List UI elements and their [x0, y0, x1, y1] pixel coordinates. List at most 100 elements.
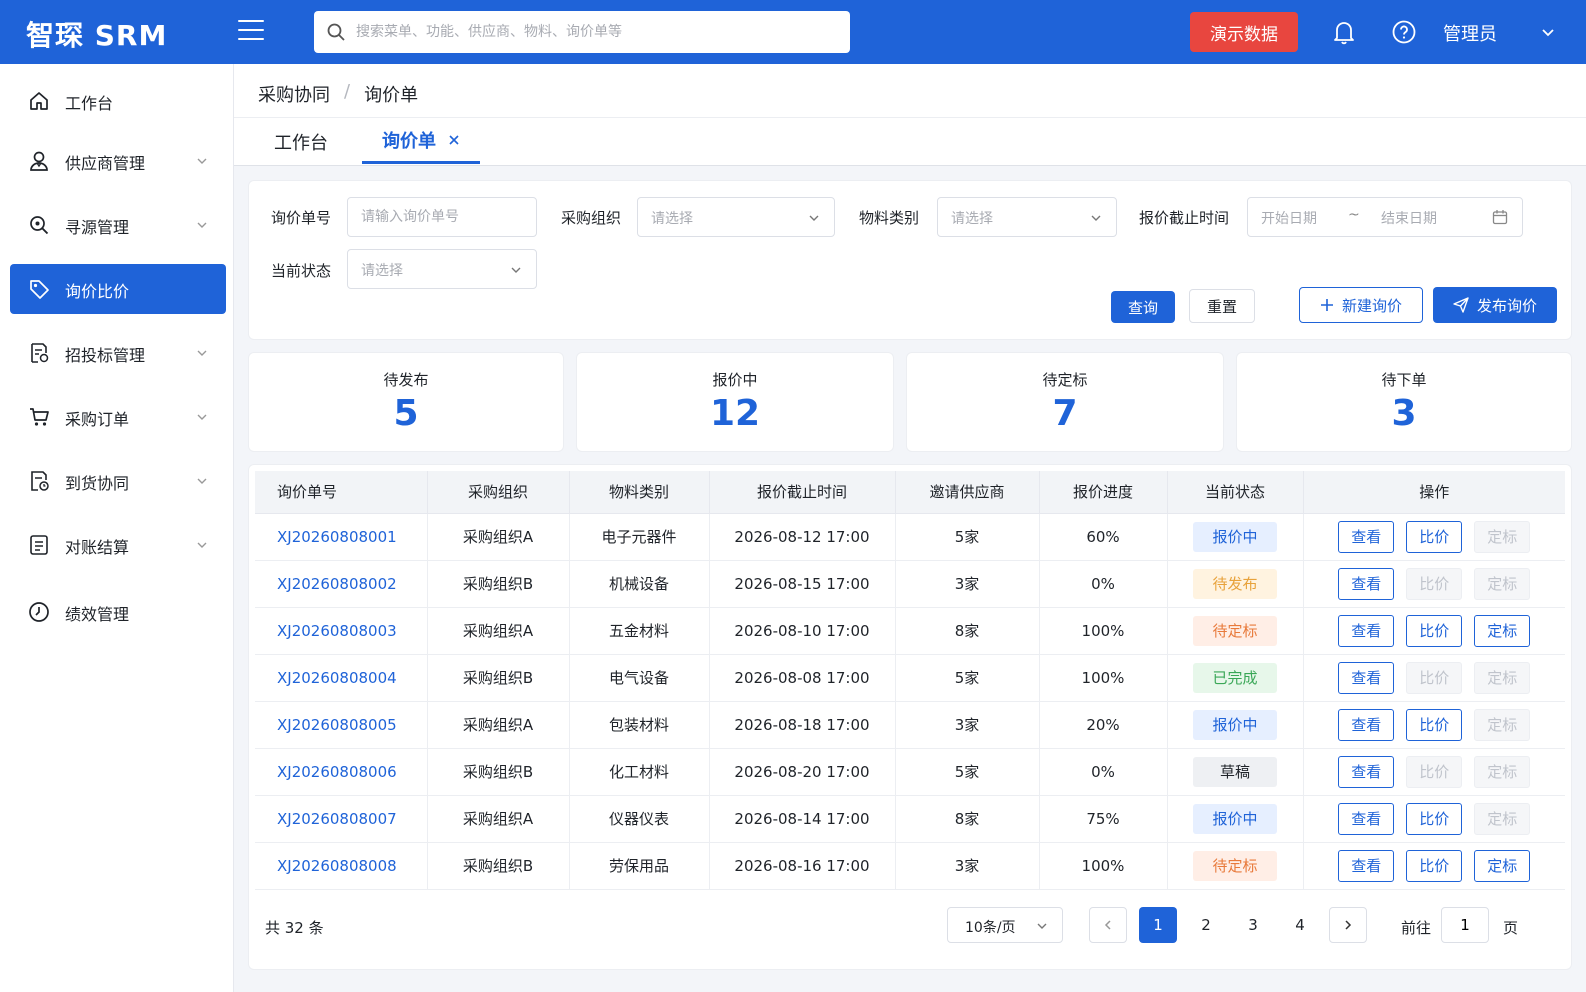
tab-inquiry[interactable]: 询价单 [362, 118, 480, 164]
row-actions: 查看 比价 定标 [1304, 708, 1566, 741]
publish-inquiry-label: 发布询价 [1476, 296, 1537, 315]
actions-cell: 查看 比价 定标 [1303, 701, 1566, 749]
page-1-button[interactable]: 1 [1139, 907, 1177, 943]
close-icon[interactable] [448, 134, 460, 146]
inquiry-no-link[interactable]: XJ20260808002 [255, 560, 428, 608]
stat-card-to-award[interactable]: 待定标 7 [906, 352, 1224, 452]
reset-button[interactable]: 重置 [1189, 289, 1255, 323]
bell-icon[interactable] [1332, 19, 1356, 45]
view-button[interactable]: 查看 [1338, 708, 1395, 741]
chevron-down-icon[interactable] [1540, 24, 1556, 40]
goto-page-field[interactable] [1441, 907, 1489, 943]
compare-button[interactable]: 比价 [1406, 520, 1463, 553]
search-icon [30, 216, 49, 235]
view-button[interactable]: 查看 [1338, 802, 1395, 835]
deadline-range-picker[interactable]: 开始日期 ~ 结束日期 [1247, 197, 1523, 237]
view-button[interactable]: 查看 [1338, 755, 1395, 788]
status-select[interactable]: 请选择 [347, 249, 537, 289]
award-button[interactable]: 定标 [1474, 849, 1531, 882]
status-badge: 待定标 [1193, 850, 1277, 881]
sidebar-item-delivery[interactable]: 到货协同 [10, 456, 226, 506]
deadline-cell: 2026-08-12 17:00 [709, 513, 896, 561]
cart-icon [30, 408, 49, 426]
deadline-cell: 2026-08-08 17:00 [709, 654, 896, 702]
sidebar-item-supplier[interactable]: 供应商管理 [10, 136, 226, 186]
goto-page-input[interactable] [1442, 908, 1488, 942]
view-button[interactable]: 查看 [1338, 520, 1395, 553]
org-label: 采购组织 [561, 209, 622, 227]
demo-data-button[interactable]: 演示数据 [1190, 12, 1298, 52]
compare-button[interactable]: 比价 [1406, 849, 1463, 882]
search-input[interactable] [356, 11, 836, 53]
tab-workbench[interactable]: 工作台 [274, 118, 328, 165]
suppliers-cell: 3家 [895, 842, 1040, 890]
inquiry-no-link[interactable]: XJ20260808003 [255, 607, 428, 655]
inquiry-no-link[interactable]: XJ20260808004 [255, 654, 428, 702]
sidebar-item-orders[interactable]: 采购订单 [10, 392, 226, 442]
menu-toggle-icon[interactable] [238, 20, 264, 42]
chevron-down-icon [1037, 923, 1047, 929]
suppliers-cell: 5家 [895, 748, 1040, 796]
category-select[interactable]: 请选择 [937, 197, 1117, 237]
award-button[interactable]: 定标 [1474, 614, 1531, 647]
column-header: 操作 [1303, 471, 1565, 514]
start-date[interactable]: 开始日期 [1261, 208, 1317, 228]
view-button[interactable]: 查看 [1338, 614, 1395, 647]
status-cell: 报价中 [1167, 513, 1304, 561]
status-label: 当前状态 [271, 262, 332, 280]
sidebar-item-performance[interactable]: 绩效管理 [10, 587, 226, 637]
stat-card-quoting[interactable]: 报价中 12 [576, 352, 894, 452]
table-row: XJ20260808005 采购组织A 包装材料 2026-08-18 17:00 3家… [255, 701, 1566, 749]
sidebar-item-inquiry[interactable]: 询价比价 [10, 264, 226, 314]
inquiry-no-link[interactable]: XJ20260808006 [255, 748, 428, 796]
sidebar-item-label: 寻源管理 [65, 218, 130, 237]
global-search[interactable] [314, 11, 850, 53]
inquiry-no-link[interactable]: XJ20260808005 [255, 701, 428, 749]
sidebar-item-workbench[interactable]: 工作台 [10, 76, 226, 126]
breadcrumb-parent[interactable]: 采购协同 [258, 81, 330, 107]
inquiry-no-link[interactable]: XJ20260808007 [255, 795, 428, 843]
compare-button[interactable]: 比价 [1406, 802, 1463, 835]
inquiry-no-link[interactable]: XJ20260808001 [255, 513, 428, 561]
sidebar-item-bidding[interactable]: 招投标管理 [10, 328, 226, 378]
query-button[interactable]: 查询 [1111, 291, 1175, 323]
compare-button[interactable]: 比价 [1406, 614, 1463, 647]
deadline-cell: 2026-08-20 17:00 [709, 748, 896, 796]
end-date[interactable]: 结束日期 [1381, 208, 1437, 228]
user-menu[interactable]: 管理员 [1443, 20, 1497, 46]
category-cell: 仪器仪表 [569, 795, 710, 843]
org-cell: 采购组织B [427, 654, 570, 702]
suppliers-cell: 3家 [895, 701, 1040, 749]
help-icon[interactable] [1392, 20, 1416, 44]
inquiry-no-field[interactable] [347, 197, 537, 237]
view-button[interactable]: 查看 [1338, 567, 1395, 600]
org-select[interactable]: 请选择 [637, 197, 835, 237]
progress-cell: 0% [1039, 748, 1168, 796]
prev-page-button[interactable] [1089, 907, 1127, 943]
page-size-select[interactable]: 10条/页 [947, 907, 1063, 943]
page-2-button[interactable]: 2 [1187, 907, 1225, 943]
stat-label: 报价中 [712, 371, 758, 389]
row-actions: 查看 比价 定标 [1304, 520, 1566, 553]
compare-button[interactable]: 比价 [1406, 708, 1463, 741]
sidebar-item-label: 对账结算 [65, 538, 130, 557]
org-cell: 采购组织B [427, 748, 570, 796]
actions-cell: 查看 比价 定标 [1303, 842, 1565, 890]
deadline-cell: 2026-08-14 17:00 [709, 795, 896, 843]
next-page-button[interactable] [1329, 907, 1367, 943]
page-4-button[interactable]: 4 [1281, 907, 1319, 943]
deadline-cell: 2026-08-16 17:00 [709, 842, 896, 890]
inquiry-no-link[interactable]: XJ20260808008 [255, 842, 428, 890]
view-button[interactable]: 查看 [1338, 849, 1395, 882]
new-inquiry-button[interactable]: 新建询价 [1299, 287, 1423, 323]
publish-inquiry-button[interactable]: 发布询价 [1433, 287, 1557, 323]
sidebar-item-sourcing[interactable]: 寻源管理 [10, 200, 226, 250]
page-3-button[interactable]: 3 [1234, 907, 1272, 943]
sidebar-item-settlement[interactable]: 对账结算 [10, 520, 226, 570]
stat-card-to-order[interactable]: 待下单 3 [1236, 352, 1572, 452]
stat-card-to-publish[interactable]: 待发布 5 [248, 352, 564, 452]
inquiry-no-input[interactable] [348, 198, 536, 236]
view-button[interactable]: 查看 [1338, 661, 1395, 694]
brand-logo[interactable]: 智琛 SRM [26, 14, 167, 54]
chevron-down-icon [197, 158, 207, 164]
